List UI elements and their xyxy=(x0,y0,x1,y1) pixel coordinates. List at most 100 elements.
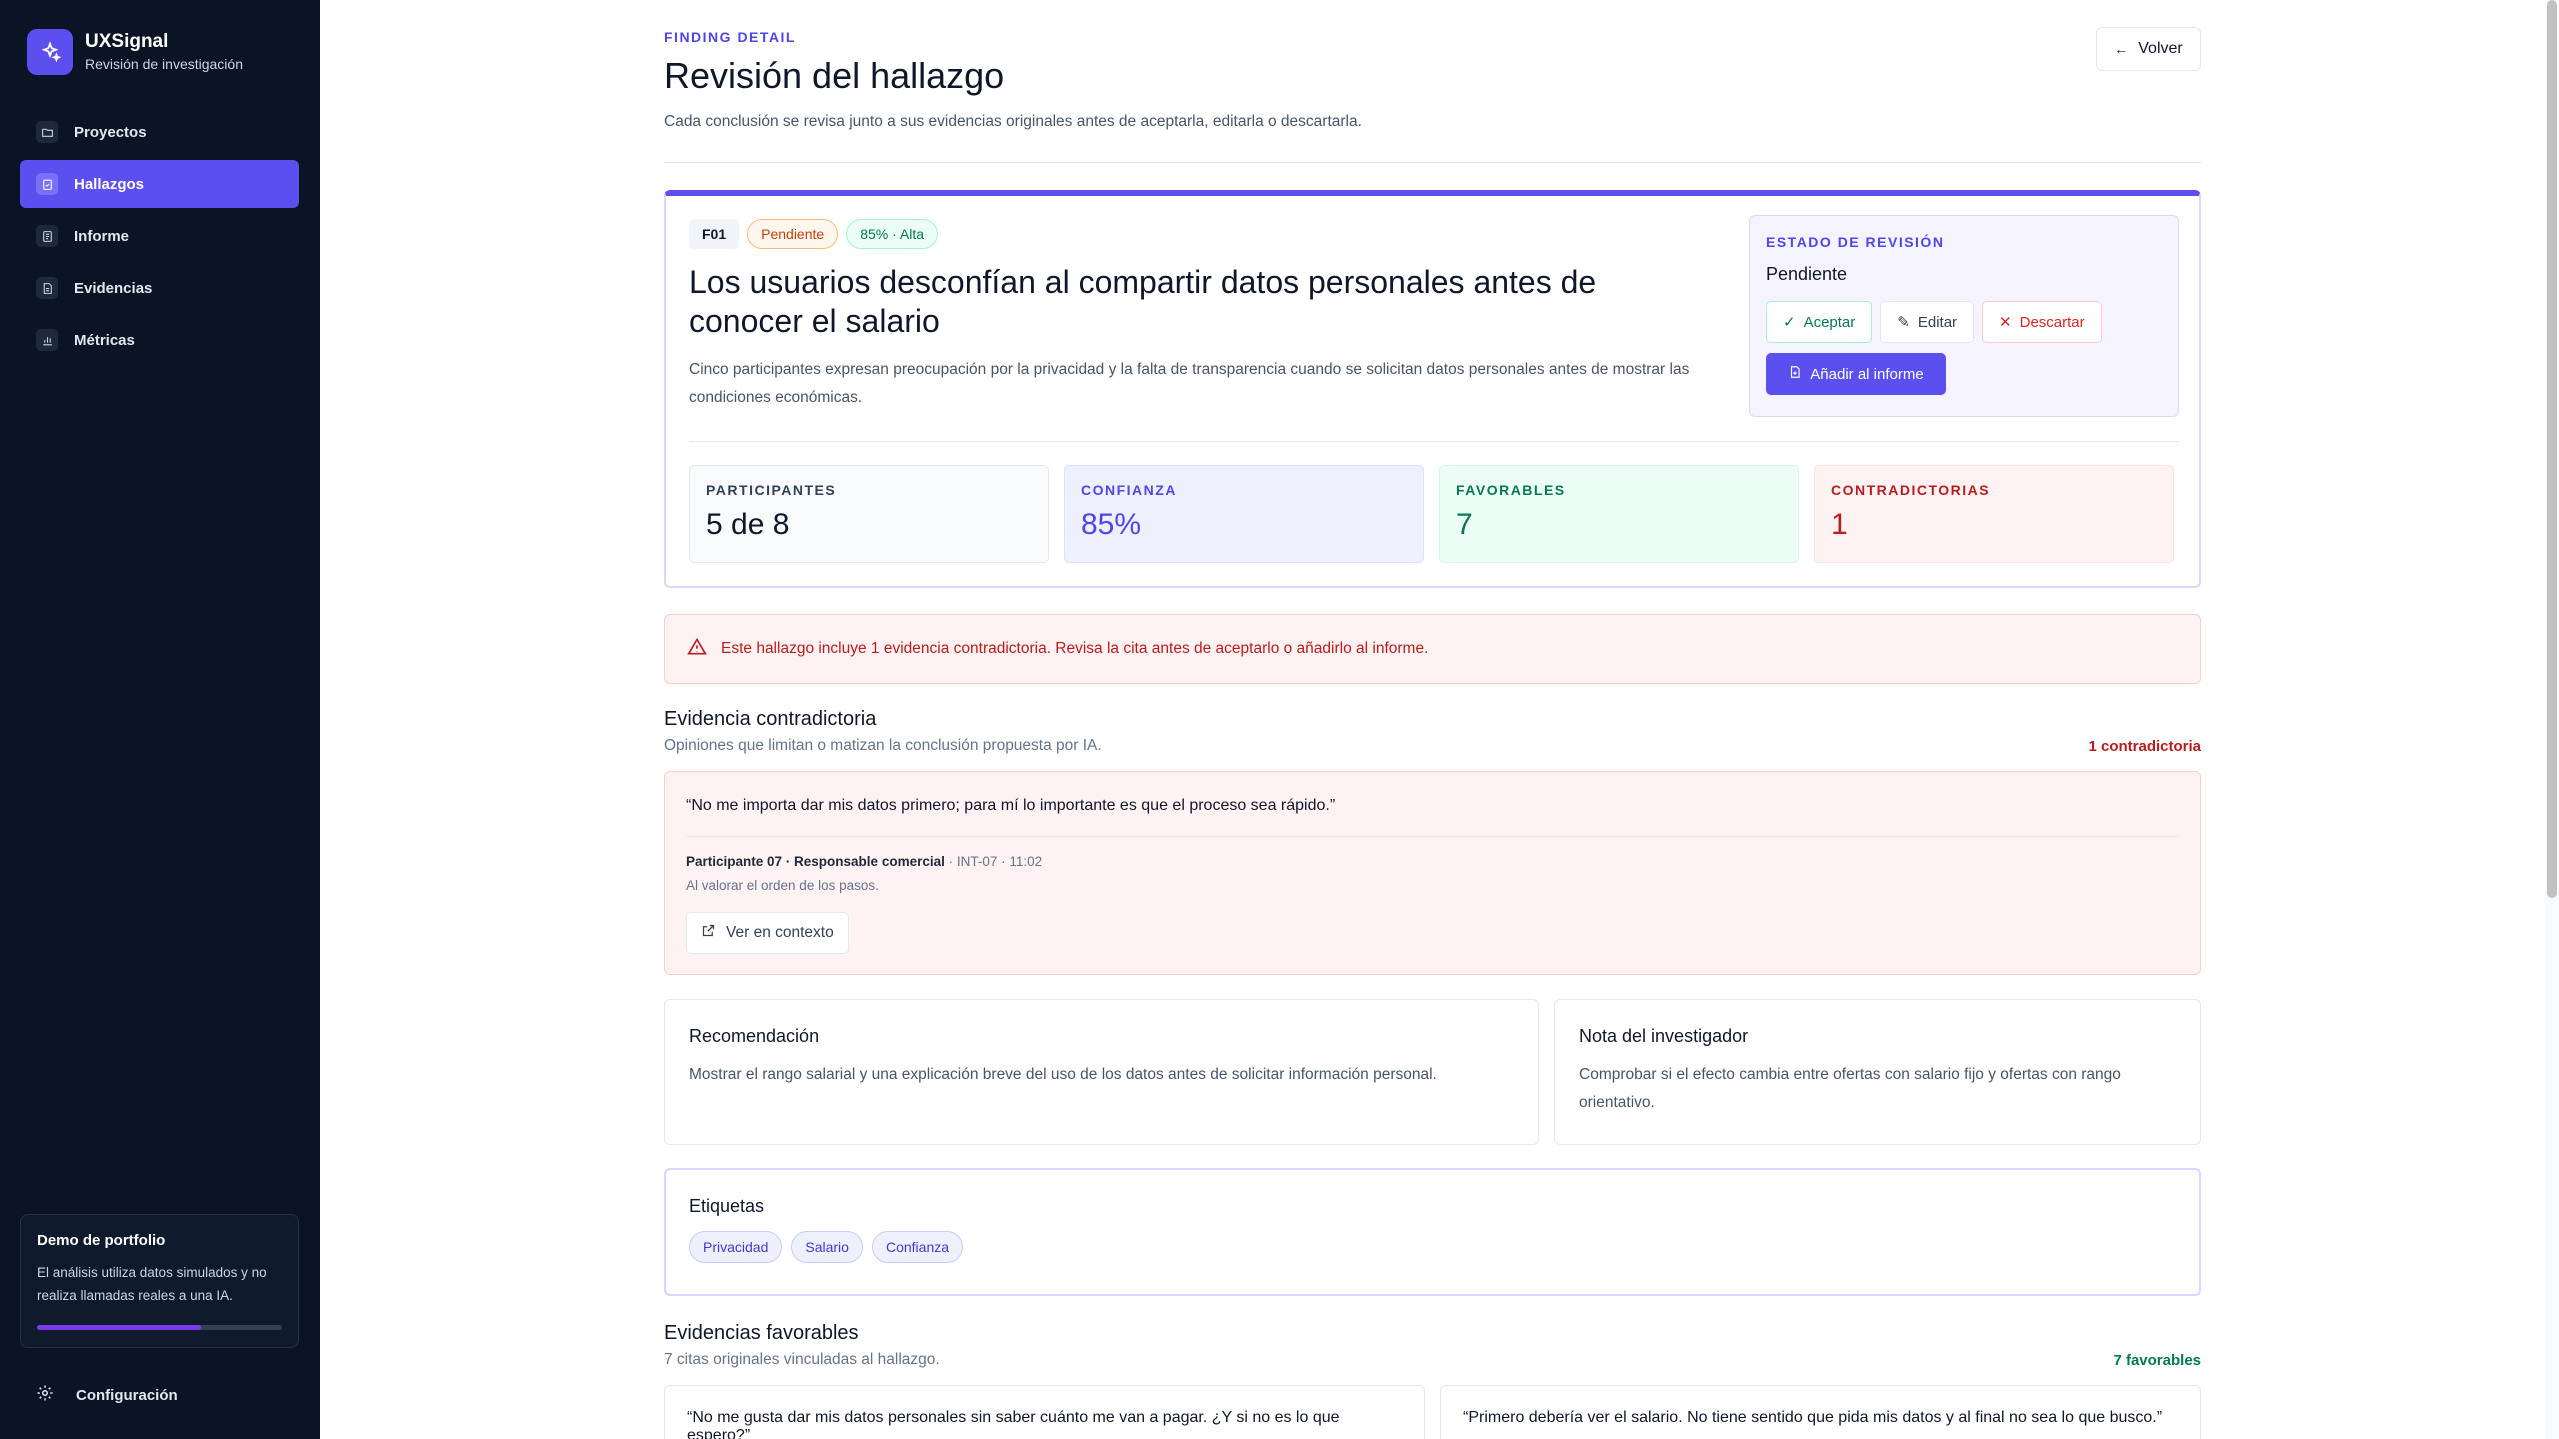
evidence-quote: “No me importa dar mis datos primero; pa… xyxy=(686,797,1336,814)
document-icon xyxy=(36,277,58,299)
researcher-note-card: Nota del investigador Comprobar si el ef… xyxy=(1554,999,2201,1145)
stat-label: CONTRADICTORIAS xyxy=(1831,482,1991,498)
warning-icon xyxy=(687,637,707,662)
tags-card: Etiquetas Privacidad Salario Confianza xyxy=(664,1168,2201,1296)
sidebar: UXSignal Revisión de investigación Proye… xyxy=(0,0,320,1439)
stat-value: 85% xyxy=(1081,508,1142,541)
contradictory-count: 1 contradictoria xyxy=(2088,738,2201,755)
sidebar-item-label: Hallazgos xyxy=(74,175,145,193)
stat-contradictory: CONTRADICTORIAS 1 xyxy=(1814,465,2174,563)
review-actions: ✓ Aceptar ✎ Editar ✕ Descartar xyxy=(1766,301,2162,343)
stat-label: CONFIANZA xyxy=(1081,482,1177,498)
stat-favorable: FAVORABLES 7 xyxy=(1439,465,1799,563)
demo-text: El análisis utiliza datos simulados y no… xyxy=(37,1265,267,1303)
finding-id-badge: F01 xyxy=(689,219,740,249)
gear-icon xyxy=(36,1384,54,1406)
brand[interactable]: UXSignal Revisión de investigación xyxy=(27,29,243,75)
pencil-icon: ✎ xyxy=(1897,314,1910,331)
tag-chip[interactable]: Confianza xyxy=(871,1231,964,1263)
demo-progress-bar xyxy=(37,1325,282,1330)
contradiction-alert: Este hallazgo incluye 1 evidencia contra… xyxy=(664,614,2201,684)
sidebar-item-evidencias[interactable]: Evidencias xyxy=(20,264,299,312)
sidebar-item-label: Evidencias xyxy=(74,279,153,297)
sidebar-item-metricas[interactable]: Métricas xyxy=(20,316,299,364)
settings-link[interactable]: Configuración xyxy=(36,1384,178,1406)
view-in-context-label: Ver en contexto xyxy=(726,924,834,941)
edit-button[interactable]: ✎ Editar xyxy=(1880,301,1975,343)
recommendation-card: Recomendación Mostrar el rango salarial … xyxy=(664,999,1539,1145)
add-to-report-label: Añadir al informe xyxy=(1810,365,1924,383)
stat-participants: PARTICIPANTES 5 de 8 xyxy=(689,465,1049,563)
card-divider xyxy=(689,441,2179,442)
interview-ref: · INT-07 · 11:02 xyxy=(944,854,1043,869)
stat-value: 5 de 8 xyxy=(706,508,790,541)
tag-chip[interactable]: Privacidad xyxy=(689,1231,783,1263)
back-label: Volver xyxy=(2138,40,2183,57)
evidence-meta: Participante 07 · Responsable comercial … xyxy=(686,854,1042,869)
favorable-evidence-card: “No me gusta dar mis datos personales si… xyxy=(664,1385,1425,1439)
close-icon: ✕ xyxy=(1999,314,2012,331)
alert-text: Este hallazgo incluye 1 evidencia contra… xyxy=(721,640,1429,657)
external-link-icon xyxy=(701,923,716,943)
stat-value: 1 xyxy=(1831,508,1848,541)
sparkle-logo-icon xyxy=(27,29,73,75)
stat-confidence: CONFIANZA 85% xyxy=(1064,465,1424,563)
participant-name: Participante 07 · Responsable comercial xyxy=(686,854,945,869)
sidebar-item-informe[interactable]: Informe xyxy=(20,212,299,260)
demo-title: Demo de portfolio xyxy=(37,1232,166,1249)
finding-badges: F01 Pendiente 85% · Alta xyxy=(689,219,946,249)
stat-label: PARTICIPANTES xyxy=(706,482,837,498)
accept-label: Aceptar xyxy=(1803,313,1856,331)
review-status: Pendiente xyxy=(1766,264,1848,284)
settings-label: Configuración xyxy=(76,1386,178,1404)
sidebar-item-proyectos[interactable]: Proyectos xyxy=(20,108,299,156)
discard-button[interactable]: ✕ Descartar xyxy=(1982,301,2102,343)
favorable-evidence-card: “Primero debería ver el salario. No tien… xyxy=(1440,1385,2201,1439)
stats-row: PARTICIPANTES 5 de 8 CONFIANZA 85% FAVOR… xyxy=(689,465,2174,563)
back-button[interactable]: ← Volver xyxy=(2096,27,2201,71)
contradictory-subtitle: Opiniones que limitan o matizan la concl… xyxy=(664,737,1102,754)
evidence-context: Al valorar el orden de los pasos. xyxy=(686,878,879,893)
brand-subtitle: Revisión de investigación xyxy=(85,56,243,72)
finding-description: Cinco participantes expresan preocupació… xyxy=(689,361,1690,406)
recommendation-text: Mostrar el rango salarial y una explicac… xyxy=(689,1066,1437,1083)
sidebar-nav: Proyectos Hallazgos Informe Evidencias M… xyxy=(20,108,299,368)
file-plus-icon xyxy=(1788,365,1802,383)
tags-title: Etiquetas xyxy=(689,1196,765,1216)
researcher-note-title: Nota del investigador xyxy=(1579,1026,1749,1046)
header-divider xyxy=(664,162,2201,163)
sidebar-item-hallazgos[interactable]: Hallazgos xyxy=(20,160,299,208)
view-in-context-button[interactable]: Ver en contexto xyxy=(686,912,849,954)
finding-title: Los usuarios desconfían al compartir dat… xyxy=(689,264,1597,339)
status-badge: Pendiente xyxy=(747,219,839,249)
favorable-subtitle: 7 citas originales vinculadas al hallazg… xyxy=(664,1351,940,1368)
clipboard-check-icon xyxy=(36,173,58,195)
bar-chart-icon xyxy=(36,329,58,351)
researcher-note-text: Comprobar si el efecto cambia entre ofer… xyxy=(1579,1066,2121,1111)
demo-card: Demo de portfolio El análisis utiliza da… xyxy=(20,1214,299,1348)
folder-icon xyxy=(36,121,58,143)
contradictory-evidence-card: “No me importa dar mis datos primero; pa… xyxy=(664,771,2201,975)
arrow-left-icon: ← xyxy=(2114,41,2129,57)
page-subtitle: Cada conclusión se revisa junto a sus ev… xyxy=(664,113,1362,130)
favorable-count: 7 favorables xyxy=(2113,1352,2201,1369)
report-icon xyxy=(36,225,58,247)
recommendation-title: Recomendación xyxy=(689,1026,820,1046)
page-eyebrow: FINDING DETAIL xyxy=(664,29,796,45)
contradictory-title: Evidencia contradictoria xyxy=(664,708,877,730)
evidence-divider xyxy=(686,836,2179,837)
stat-value: 7 xyxy=(1456,508,1473,541)
edit-label: Editar xyxy=(1917,313,1958,331)
add-to-report-button[interactable]: Añadir al informe xyxy=(1766,353,1946,395)
accept-button[interactable]: ✓ Aceptar xyxy=(1766,301,1873,343)
brand-name: UXSignal xyxy=(85,31,169,52)
tags-list: Privacidad Salario Confianza xyxy=(689,1231,2176,1263)
review-label: ESTADO DE REVISIÓN xyxy=(1766,234,1945,250)
finding-card: F01 Pendiente 85% · Alta Los usuarios de… xyxy=(664,190,2201,588)
scrollbar-thumb[interactable] xyxy=(2547,0,2557,898)
confidence-badge: 85% · Alta xyxy=(846,219,939,249)
stat-label: FAVORABLES xyxy=(1456,482,1566,498)
page-scrollbar[interactable] xyxy=(2545,0,2559,1439)
page-title: Revisión del hallazgo xyxy=(664,55,1005,96)
tag-chip[interactable]: Salario xyxy=(791,1231,863,1263)
